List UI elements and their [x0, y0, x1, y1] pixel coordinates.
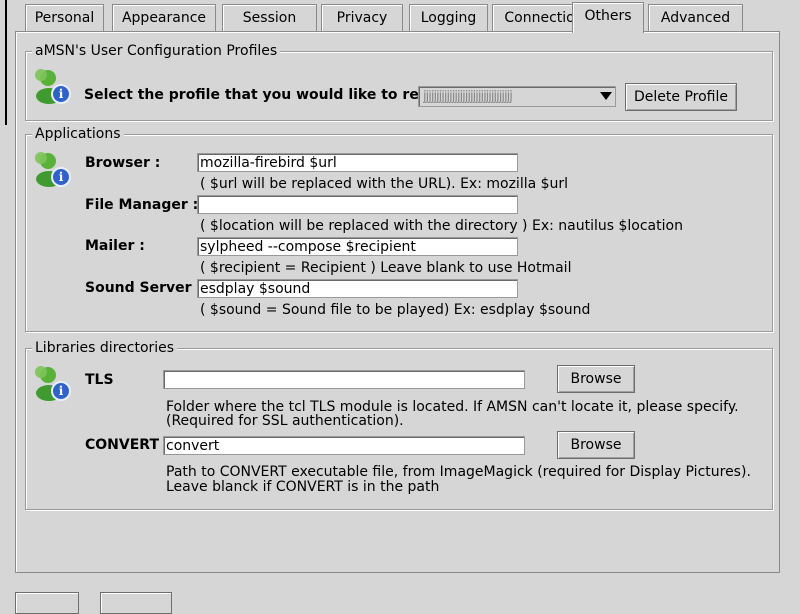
convert-field[interactable]: convert	[163, 436, 525, 455]
file-manager-hint: ( $location will be replaced with the di…	[200, 218, 683, 234]
profiles-legend: aMSN's User Configuration Profiles	[32, 42, 281, 60]
tls-field[interactable]	[163, 370, 525, 389]
tls-browse-button[interactable]: Browse	[557, 365, 635, 393]
tab-advanced[interactable]: Advanced	[648, 4, 743, 31]
svg-text:i: i	[59, 384, 64, 398]
file-manager-label: File Manager :	[85, 197, 199, 213]
profile-prompt: Select the profile that you would like t…	[84, 87, 462, 103]
user-info-icon: i	[31, 148, 75, 188]
browser-field[interactable]: mozilla-firebird $url	[197, 153, 518, 172]
profiles-group: aMSN's User Configuration Profiles i Sel…	[25, 42, 773, 121]
applications-group: Applications i Browser : mozilla-firebir…	[25, 125, 773, 332]
bottom-button-1[interactable]	[15, 592, 79, 614]
svg-text:i: i	[59, 87, 64, 101]
convert-hint: Path to CONVERT executable file, from Im…	[166, 464, 751, 480]
delete-profile-button[interactable]: Delete Profile	[625, 83, 737, 111]
tab-content-panel: aMSN's User Configuration Profiles i Sel…	[15, 31, 780, 573]
applications-legend: Applications	[32, 125, 124, 143]
tab-logging[interactable]: Logging	[409, 4, 488, 31]
libraries-legend: Libraries directories	[32, 339, 178, 357]
window-edge	[0, 0, 7, 125]
profile-select[interactable]: jjjjjjjjjjjjjjjjjjjjjjjjjjjjjjjjjj	[418, 86, 616, 107]
tab-privacy[interactable]: Privacy	[321, 4, 403, 31]
tls-label: TLS	[85, 372, 114, 388]
bottom-button-2[interactable]	[100, 592, 172, 614]
sound-server-hint: ( $sound = Sound file to be played) Ex: …	[200, 302, 591, 318]
libraries-group: Libraries directories i TLS Browse Folde…	[25, 339, 773, 510]
convert-browse-button[interactable]: Browse	[557, 431, 635, 459]
tab-others[interactable]: Others	[572, 2, 644, 33]
mailer-hint: ( $recipient = Recipient ) Leave blank t…	[200, 260, 572, 276]
convert-hint-path: Leave blanck if CONVERT is in the path	[166, 479, 440, 495]
browser-label: Browser :	[85, 155, 161, 171]
profile-select-value: jjjjjjjjjjjjjjjjjjjjjjjjjjjjjjjjjj	[423, 89, 513, 104]
user-info-icon: i	[31, 65, 75, 105]
mailer-field[interactable]: sylpheed --compose $recipient	[197, 237, 518, 256]
svg-text:i: i	[59, 170, 64, 184]
sound-server-label: Sound Server :	[85, 280, 203, 296]
tab-appearance[interactable]: Appearance	[112, 4, 216, 31]
user-info-icon: i	[31, 362, 75, 402]
convert-label: CONVERT	[85, 437, 159, 453]
browser-hint: ( $url will be replaced with the URL). E…	[200, 176, 569, 192]
tab-session[interactable]: Session	[222, 4, 317, 31]
sound-server-field[interactable]: esdplay $sound	[197, 279, 518, 298]
chevron-down-icon[interactable]	[600, 92, 612, 100]
file-manager-field[interactable]	[197, 195, 518, 214]
tab-personal[interactable]: Personal	[25, 4, 104, 31]
mailer-label: Mailer :	[85, 238, 145, 254]
tls-hint-required: (Required for SSL authentication).	[166, 413, 404, 429]
